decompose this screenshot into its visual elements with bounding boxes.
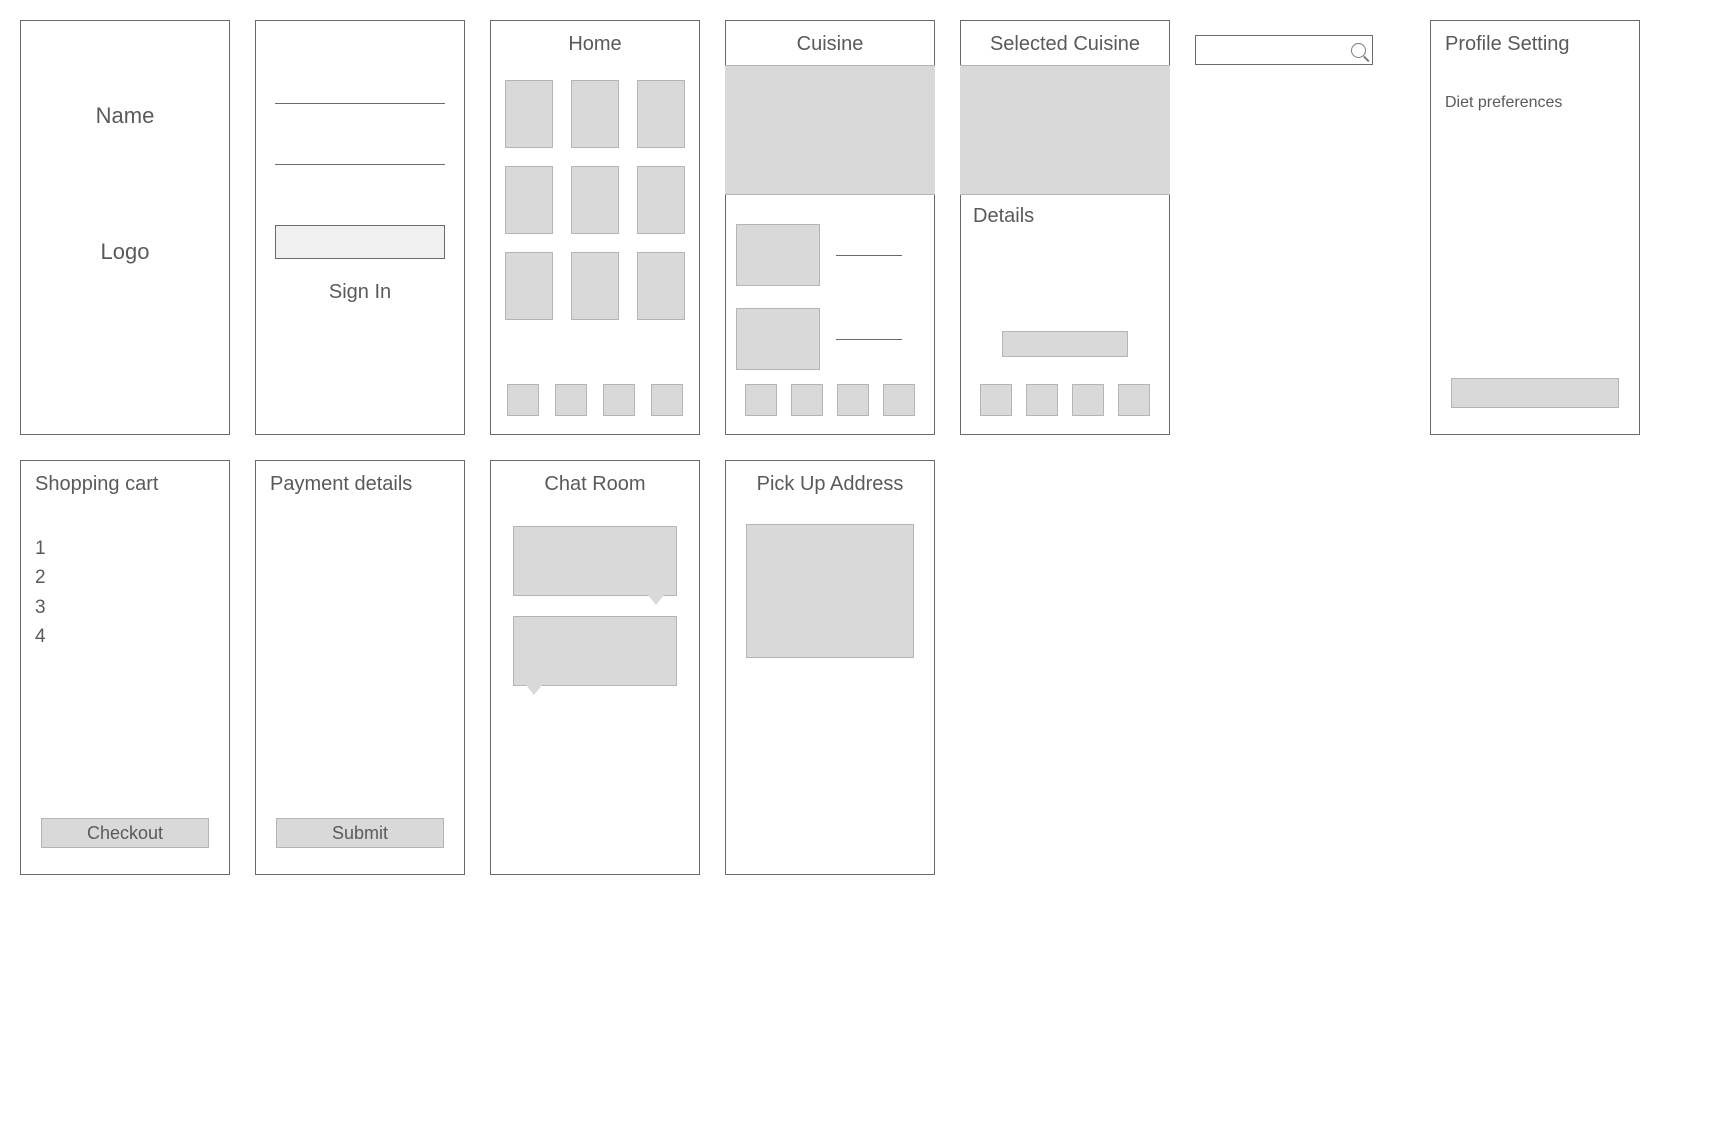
cart-items: 1 2 3 4 bbox=[31, 534, 46, 652]
cart-item: 2 bbox=[35, 563, 46, 592]
wireframe-pickup: Pick Up Address bbox=[725, 460, 935, 875]
nav-item[interactable] bbox=[980, 384, 1012, 416]
nav-item[interactable] bbox=[791, 384, 823, 416]
details-label: Details bbox=[973, 205, 1034, 228]
cuisine-thumbnail bbox=[736, 308, 820, 370]
home-tile[interactable] bbox=[637, 166, 685, 234]
profile-title: Profile Setting bbox=[1441, 33, 1570, 56]
selected-title: Selected Cuisine bbox=[990, 33, 1140, 56]
cart-item: 3 bbox=[35, 593, 46, 622]
home-grid bbox=[505, 80, 685, 320]
payment-title: Payment details bbox=[266, 473, 412, 496]
app-name-label: Name bbox=[96, 103, 155, 129]
signin-field-2[interactable] bbox=[275, 164, 445, 165]
nav-item[interactable] bbox=[883, 384, 915, 416]
wireframe-signin: Sign In bbox=[255, 20, 465, 435]
nav-item[interactable] bbox=[837, 384, 869, 416]
home-tile[interactable] bbox=[505, 252, 553, 320]
bottom-nav bbox=[980, 384, 1150, 416]
search-panel bbox=[1195, 20, 1405, 435]
nav-item[interactable] bbox=[507, 384, 539, 416]
chat-bubble-outgoing bbox=[513, 616, 677, 686]
search-input[interactable] bbox=[1195, 35, 1373, 65]
wireframe-selected-cuisine: Selected Cuisine Details bbox=[960, 20, 1170, 435]
pickup-map[interactable] bbox=[746, 524, 914, 658]
wireframe-cart: Shopping cart 1 2 3 4 Checkout bbox=[20, 460, 230, 875]
selected-hero bbox=[960, 65, 1170, 195]
wireframe-home: Home bbox=[490, 20, 700, 435]
pickup-title: Pick Up Address bbox=[757, 473, 904, 496]
nav-item[interactable] bbox=[651, 384, 683, 416]
nav-item[interactable] bbox=[1072, 384, 1104, 416]
profile-action-button[interactable] bbox=[1451, 378, 1619, 408]
nav-item[interactable] bbox=[1118, 384, 1150, 416]
home-tile[interactable] bbox=[505, 80, 553, 148]
cuisine-text-line bbox=[836, 339, 902, 340]
wireframe-cuisine: Cuisine bbox=[725, 20, 935, 435]
nav-item[interactable] bbox=[603, 384, 635, 416]
wireframe-chat: Chat Room bbox=[490, 460, 700, 875]
wireframe-payment: Payment details Submit bbox=[255, 460, 465, 875]
home-tile[interactable] bbox=[637, 80, 685, 148]
cart-item: 1 bbox=[35, 534, 46, 563]
cart-title: Shopping cart bbox=[31, 473, 158, 496]
search-icon bbox=[1351, 43, 1366, 58]
cuisine-text-line bbox=[836, 255, 902, 256]
nav-item[interactable] bbox=[745, 384, 777, 416]
chat-bubble-incoming bbox=[513, 526, 677, 596]
chat-title: Chat Room bbox=[544, 473, 645, 496]
nav-item[interactable] bbox=[1026, 384, 1058, 416]
submit-button[interactable]: Submit bbox=[276, 818, 444, 848]
app-logo-label: Logo bbox=[101, 239, 150, 265]
home-tile[interactable] bbox=[505, 166, 553, 234]
signin-label: Sign In bbox=[329, 281, 391, 304]
cart-item: 4 bbox=[35, 622, 46, 651]
signin-input[interactable] bbox=[275, 225, 445, 259]
home-tile[interactable] bbox=[571, 252, 619, 320]
cuisine-thumbnail bbox=[736, 224, 820, 286]
wireframe-profile: Profile Setting Diet preferences bbox=[1430, 20, 1640, 435]
wireframe-branding: Name Logo bbox=[20, 20, 230, 435]
bottom-nav bbox=[507, 384, 683, 416]
nav-item[interactable] bbox=[555, 384, 587, 416]
cuisine-item[interactable] bbox=[736, 224, 924, 286]
cuisine-hero bbox=[725, 65, 935, 195]
home-title: Home bbox=[568, 33, 621, 56]
home-tile[interactable] bbox=[571, 80, 619, 148]
cuisine-title: Cuisine bbox=[797, 33, 864, 56]
bottom-nav bbox=[745, 384, 915, 416]
home-tile[interactable] bbox=[571, 166, 619, 234]
cuisine-list bbox=[736, 224, 924, 370]
checkout-button[interactable]: Checkout bbox=[41, 818, 209, 848]
home-tile[interactable] bbox=[637, 252, 685, 320]
signin-field-1[interactable] bbox=[275, 103, 445, 104]
diet-preferences-label: Diet preferences bbox=[1441, 94, 1562, 112]
cuisine-item[interactable] bbox=[736, 308, 924, 370]
details-pill[interactable] bbox=[1002, 331, 1128, 357]
